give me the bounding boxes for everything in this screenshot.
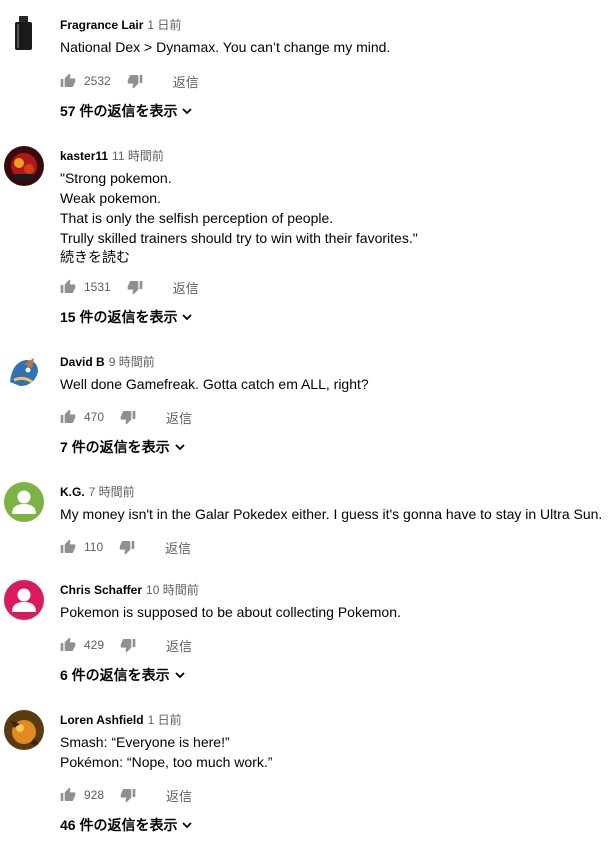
comment-actions: 470 返信 — [60, 407, 192, 427]
like-count: 2532 — [84, 74, 111, 88]
reply-button[interactable]: 返信 — [173, 278, 199, 297]
comment-text: My money isn't in the Galar Pokedex eith… — [60, 504, 602, 524]
thumb-up-icon[interactable] — [60, 539, 76, 555]
view-replies-button[interactable]: 6 件の返信を表示 — [60, 665, 186, 685]
avatar[interactable] — [4, 482, 44, 522]
view-replies-label: 6 件の返信を表示 — [60, 667, 170, 683]
avatar[interactable] — [4, 146, 44, 186]
thumb-down-icon[interactable] — [120, 637, 136, 653]
thumb-down-icon[interactable] — [120, 787, 136, 803]
view-replies-label: 7 件の返信を表示 — [60, 439, 170, 455]
comment-actions: 429 返信 — [60, 635, 192, 655]
like-count: 470 — [84, 410, 105, 424]
comment-header: David B 9 時間前 — [60, 354, 155, 370]
comment-line: Trully skilled trainers should try to wi… — [60, 230, 418, 246]
author-name[interactable]: kaster11 — [60, 149, 108, 163]
view-replies-button[interactable]: 46 件の返信を表示 — [60, 815, 193, 835]
view-replies-button[interactable]: 7 件の返信を表示 — [60, 437, 186, 457]
comment-line: Weak pokemon. — [60, 190, 161, 206]
author-name[interactable]: Loren Ashfield — [60, 713, 144, 727]
comment-line: "Strong pokemon. — [60, 170, 172, 186]
comment-header: Chris Schaffer 10 時間前 — [60, 582, 199, 598]
like-count: 110 — [84, 540, 104, 554]
comment-time[interactable]: 10 時間前 — [146, 583, 199, 597]
comment-time[interactable]: 1 日前 — [148, 713, 182, 727]
comment-text: National Dex > Dynamax. You can’t change… — [60, 37, 390, 57]
comment-text: Smash: “Everyone is here!” Pokémon: “Nop… — [60, 732, 272, 772]
avatar[interactable] — [4, 710, 44, 750]
comment-actions: 1531 返信 — [60, 277, 199, 297]
view-replies-label: 15 件の返信を表示 — [60, 309, 178, 325]
like-count: 429 — [84, 638, 105, 652]
comment-time[interactable]: 7 時間前 — [89, 485, 135, 499]
comment-line: Smash: “Everyone is here!” — [60, 734, 230, 750]
thumb-down-icon[interactable] — [127, 279, 143, 295]
reply-button[interactable]: 返信 — [166, 786, 192, 805]
comment-header: K.G. 7 時間前 — [60, 484, 135, 500]
comment-time[interactable]: 1 日前 — [147, 18, 181, 32]
author-name[interactable]: Chris Schaffer — [60, 583, 142, 597]
reply-button[interactable]: 返信 — [166, 636, 192, 655]
chevron-down-icon — [182, 108, 193, 115]
thumb-down-icon[interactable] — [119, 539, 135, 555]
avatar[interactable] — [4, 12, 44, 52]
comment-line: My money isn't in the Galar Pokedex eith… — [60, 506, 603, 522]
chevron-down-icon — [182, 822, 193, 829]
comment-time[interactable]: 11 時間前 — [112, 149, 164, 163]
thumb-up-icon[interactable] — [60, 787, 76, 803]
comment-text: "Strong pokemon. Weak pokemon. That is o… — [60, 168, 418, 248]
chevron-down-icon — [182, 314, 193, 321]
reply-button[interactable]: 返信 — [166, 408, 192, 427]
read-more-link[interactable]: 続きを読む — [60, 247, 130, 267]
like-count: 928 — [84, 788, 105, 802]
avatar[interactable] — [4, 580, 44, 620]
thumb-down-icon[interactable] — [120, 409, 136, 425]
chevron-down-icon — [175, 444, 185, 451]
comment-actions: 928 返信 — [60, 785, 192, 805]
author-name[interactable]: David B — [60, 355, 105, 369]
comment-actions: 2532 返信 — [60, 71, 199, 91]
view-replies-label: 46 件の返信を表示 — [60, 817, 178, 833]
comment-text: Pokemon is supposed to be about collecti… — [60, 602, 401, 622]
comment-text: Well done Gamefreak. Gotta catch em ALL,… — [60, 374, 369, 394]
comment-time[interactable]: 9 時間前 — [109, 355, 155, 369]
reply-button[interactable]: 返信 — [165, 538, 191, 557]
comment-header: Loren Ashfield 1 日前 — [60, 712, 182, 728]
author-name[interactable]: K.G. — [60, 485, 85, 499]
comment-line: National Dex > Dynamax. You can’t change… — [60, 39, 391, 55]
view-replies-label: 57 件の返信を表示 — [60, 103, 178, 119]
thumb-up-icon[interactable] — [60, 409, 76, 425]
chevron-down-icon — [175, 672, 185, 679]
avatar[interactable] — [4, 352, 44, 392]
comment-line: Pokemon is supposed to be about collecti… — [60, 604, 401, 620]
thumb-down-icon[interactable] — [127, 73, 143, 89]
thumb-up-icon[interactable] — [60, 73, 76, 89]
reply-button[interactable]: 返信 — [173, 72, 199, 91]
comment-line: That is only the selfish perception of p… — [60, 210, 334, 226]
comment-actions: 110 返信 — [60, 537, 191, 557]
thumb-up-icon[interactable] — [60, 637, 76, 653]
like-count: 1531 — [84, 280, 111, 294]
view-replies-button[interactable]: 57 件の返信を表示 — [60, 101, 193, 121]
comment-header: kaster11 11 時間前 — [60, 148, 164, 164]
comment-line: Pokémon: “Nope, too much work.” — [60, 754, 273, 770]
comment-line: Well done Gamefreak. Gotta catch em ALL,… — [60, 376, 369, 392]
view-replies-button[interactable]: 15 件の返信を表示 — [60, 307, 193, 327]
author-name[interactable]: Fragrance Lair — [60, 18, 143, 32]
comment-header: Fragrance Lair 1 日前 — [60, 17, 181, 33]
thumb-up-icon[interactable] — [60, 279, 76, 295]
